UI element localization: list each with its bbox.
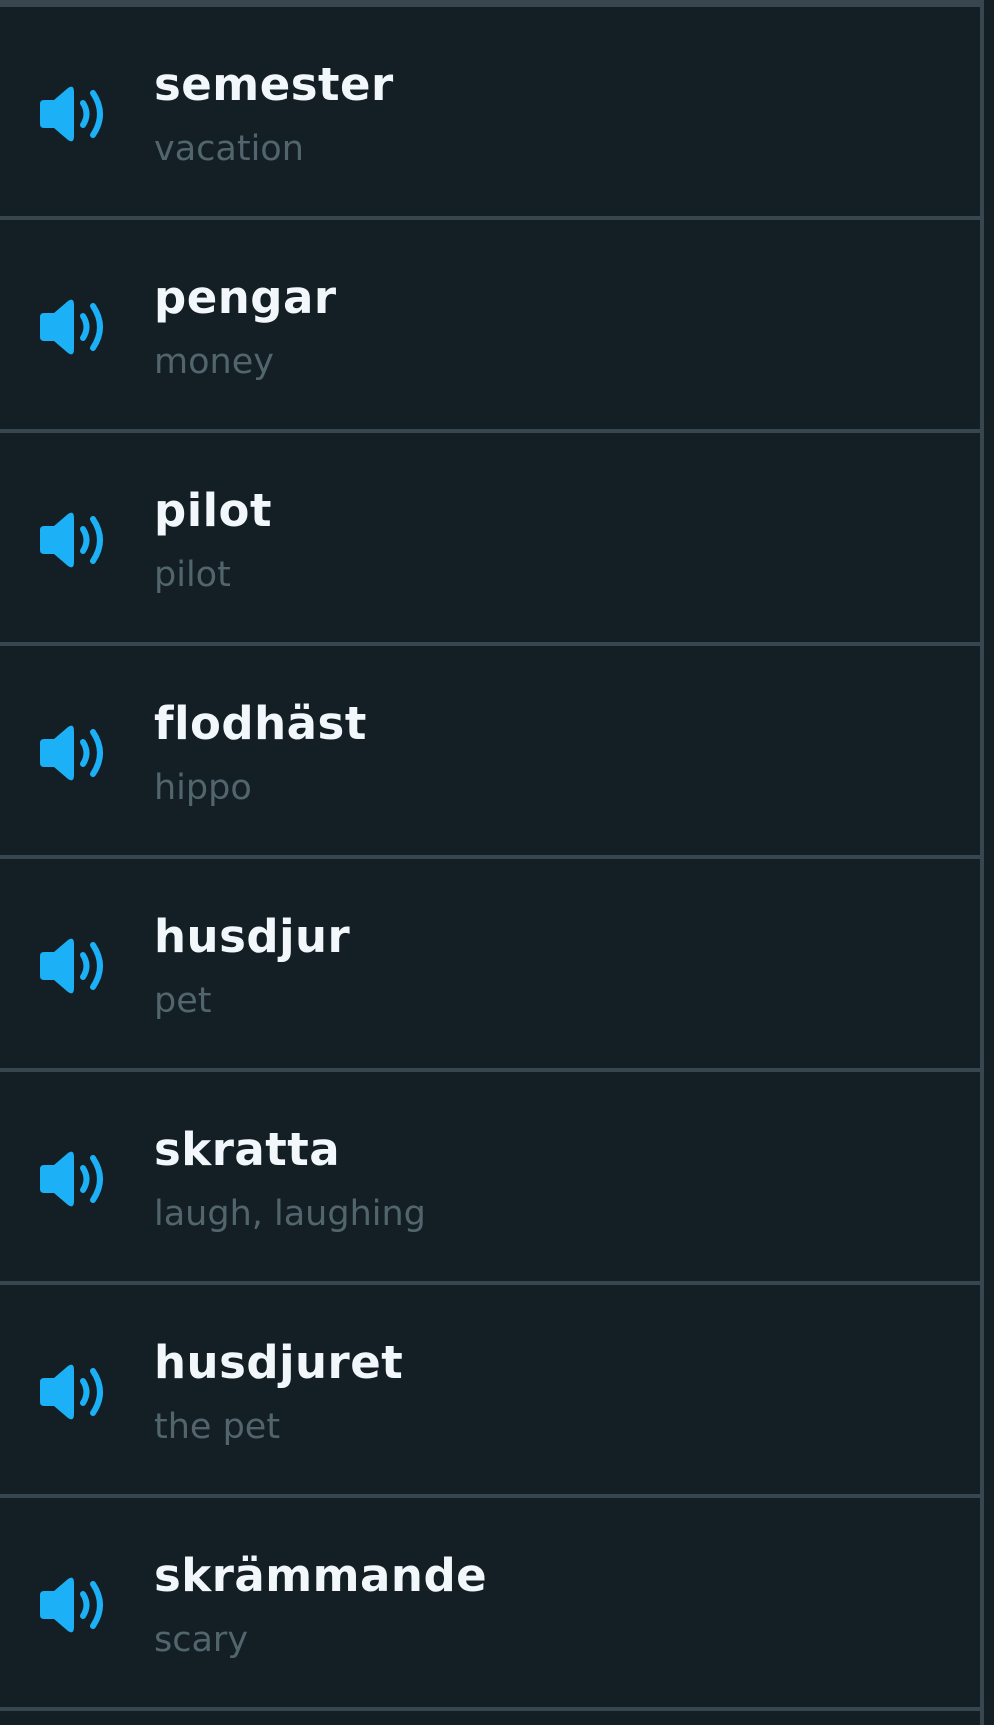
word-translation: money	[154, 342, 274, 382]
speaker-icon[interactable]	[38, 84, 110, 144]
speaker-icon[interactable]	[38, 297, 110, 357]
word-translation: pilot	[154, 555, 231, 595]
word-translation: pet	[154, 981, 212, 1021]
word-row: semester vacation	[0, 7, 980, 220]
speaker-icon[interactable]	[38, 1149, 110, 1209]
word-row: pilot pilot	[0, 433, 980, 646]
word-row: husdjur pet	[0, 859, 980, 1072]
word-list: semester vacation pengar money pilot pil…	[0, 0, 984, 1725]
speaker-icon[interactable]	[38, 723, 110, 783]
word-row: husdjuret the pet	[0, 1285, 980, 1498]
word-row: pengar money	[0, 220, 980, 433]
word-row: skratta laugh, laughing	[0, 1072, 980, 1285]
word-text: husdjur	[154, 910, 351, 963]
word-translation: hippo	[154, 768, 252, 808]
word-text: pengar	[154, 271, 337, 324]
word-text: skratta	[154, 1123, 341, 1176]
word-text: flodhäst	[154, 697, 367, 750]
word-translation: vacation	[154, 129, 304, 169]
speaker-icon[interactable]	[38, 1362, 110, 1422]
word-translation: scary	[154, 1620, 249, 1660]
word-text: semester	[154, 58, 394, 111]
word-text: pilot	[154, 484, 272, 537]
word-row: skrämmande scary	[0, 1498, 980, 1711]
word-row: flodhäst hippo	[0, 646, 980, 859]
word-text: skrämmande	[154, 1549, 488, 1602]
word-text: husdjuret	[154, 1336, 404, 1389]
word-translation: the pet	[154, 1407, 281, 1447]
speaker-icon[interactable]	[38, 1575, 110, 1635]
speaker-icon[interactable]	[38, 936, 110, 996]
speaker-icon[interactable]	[38, 510, 110, 570]
word-translation: laugh, laughing	[154, 1194, 426, 1234]
